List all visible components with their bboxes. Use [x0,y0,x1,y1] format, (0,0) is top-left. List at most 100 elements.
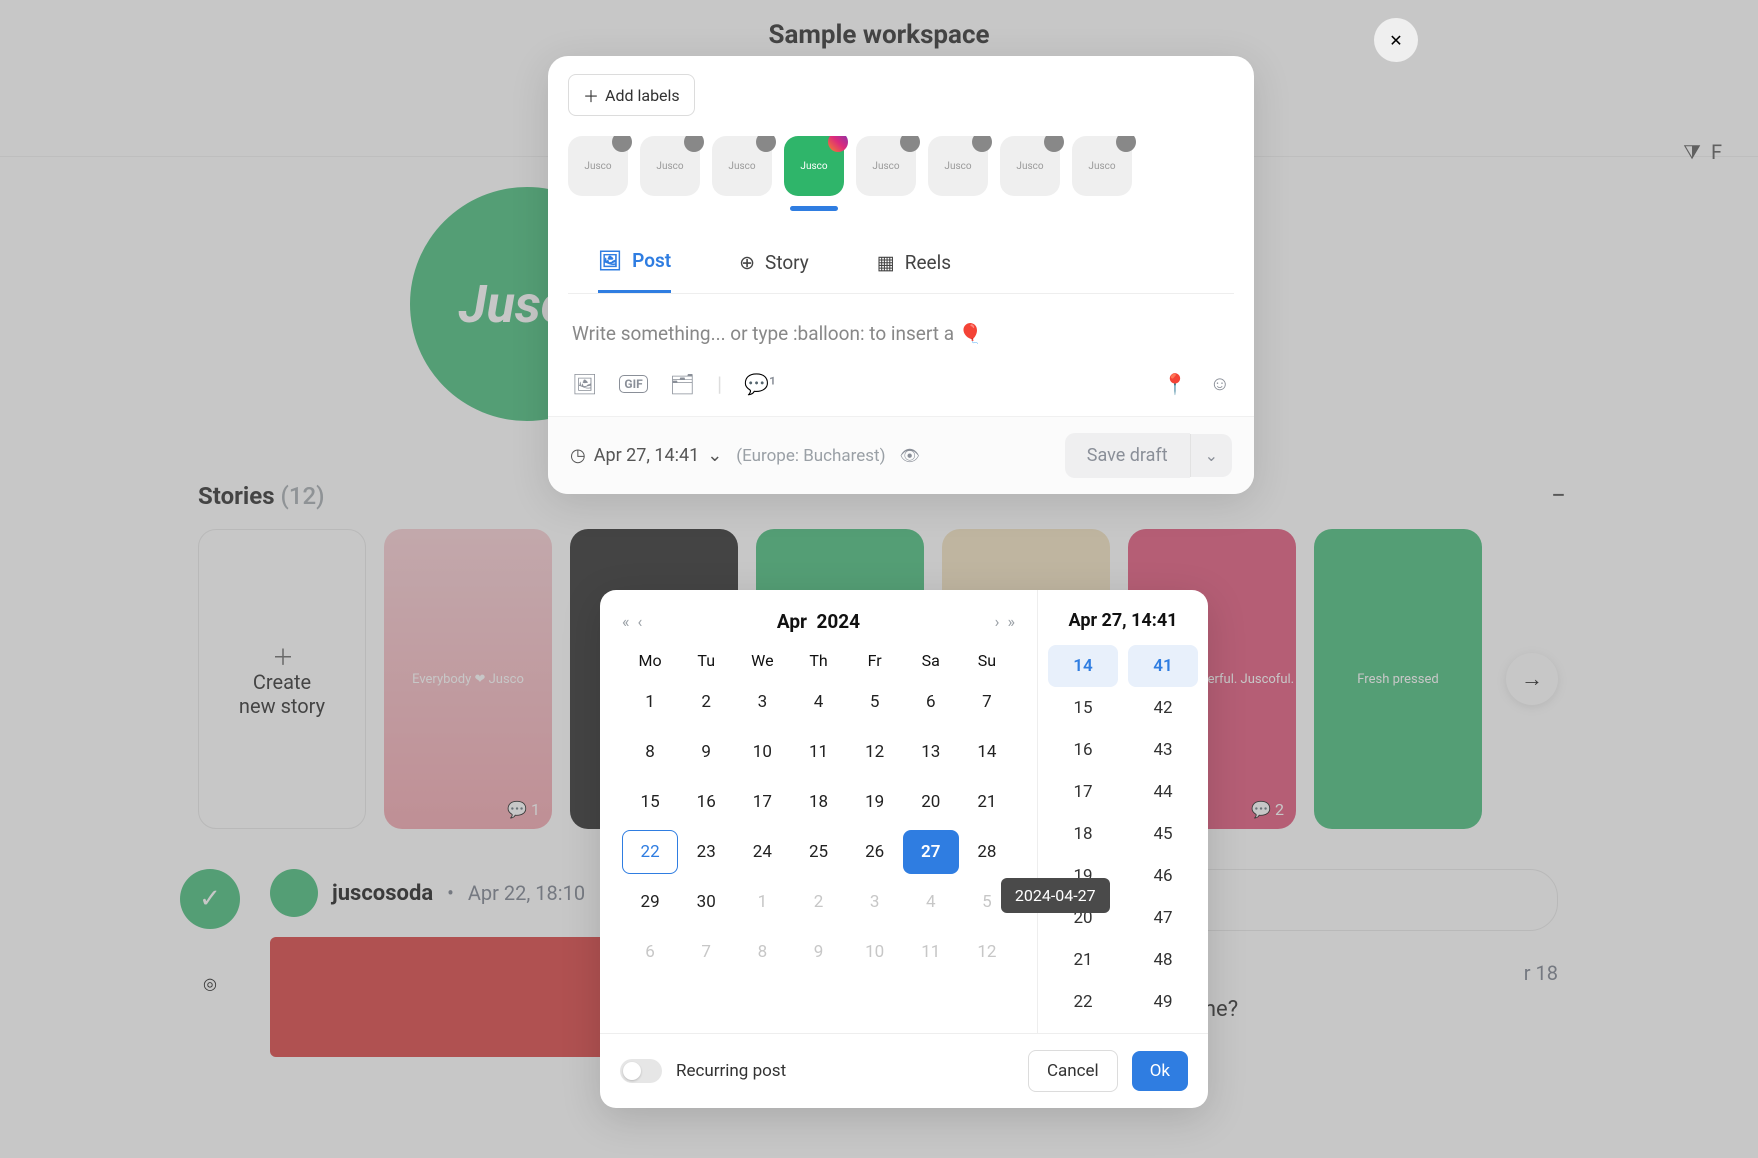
hour-option[interactable]: 18 [1048,813,1118,855]
image-upload-icon[interactable]: 🖼 [572,372,597,396]
calendar-day[interactable]: 25 [790,830,846,874]
calendar-day[interactable]: 14 [959,730,1015,774]
emoji-icon[interactable]: ☺ [1210,371,1230,396]
account-pinterest[interactable]: Jusco [1072,136,1132,196]
account-youtube[interactable]: Jusco [928,136,988,196]
preview-icon[interactable]: 👁 [900,446,920,465]
calendar-day[interactable]: 10 [734,730,790,774]
hour-option[interactable]: 22 [1048,981,1118,1023]
date-picker: « ‹ Apr 2024 › » MoTuWeThFrSaSu 12345678… [600,590,1208,1108]
calendar-day[interactable]: 12 [847,730,903,774]
minute-option[interactable]: 43 [1128,729,1198,771]
calendar-day[interactable]: 2 [790,880,846,924]
account-instagram[interactable]: Jusco [784,136,844,196]
hour-option[interactable]: 17 [1048,771,1118,813]
account-facebook[interactable]: Jusco [568,136,628,196]
calendar-day[interactable]: 30 [678,880,734,924]
save-draft-button[interactable]: Save draft [1065,433,1190,478]
minute-option[interactable]: 41 [1128,645,1198,687]
calendar-day[interactable]: 13 [903,730,959,774]
calendar-day[interactable]: 20 [903,780,959,824]
calendar-day[interactable]: 17 [734,780,790,824]
plus-icon: ＋ [583,83,599,107]
calendar-day[interactable]: 22 [622,830,678,874]
calendar-day[interactable]: 27 [903,830,959,874]
recurring-toggle[interactable] [620,1059,662,1083]
calendar-day[interactable]: 11 [903,930,959,974]
add-labels-text: Add labels [605,86,680,105]
calendar-day[interactable]: 2 [678,680,734,724]
next-year-button[interactable]: » [1007,612,1015,631]
account-linkedin[interactable]: Jusco [712,136,772,196]
tab-post[interactable]: 🖼Post [598,235,671,293]
calendar-day[interactable]: 21 [959,780,1015,824]
calendar-day[interactable]: 18 [790,780,846,824]
hour-option[interactable]: 16 [1048,729,1118,771]
schedule-time-text: Apr 27, 14:41 [594,445,699,466]
calendar-day[interactable]: 1 [622,680,678,724]
next-month-button[interactable]: › [995,612,1000,631]
calendar-day[interactable]: 10 [847,930,903,974]
location-icon[interactable]: 📍 [1163,372,1188,396]
add-labels-button[interactable]: ＋ Add labels [568,74,695,116]
calendar-day[interactable]: 19 [847,780,903,824]
account-tiktok[interactable]: Jusco [1000,136,1060,196]
account-x[interactable]: Jusco [640,136,700,196]
minute-option[interactable]: 49 [1128,981,1198,1023]
calendar-day[interactable]: 9 [678,730,734,774]
youtube-icon [972,136,992,152]
calendar-day[interactable]: 3 [847,880,903,924]
minute-option[interactable]: 42 [1128,687,1198,729]
calendar-day[interactable]: 6 [903,680,959,724]
calendar-day[interactable]: 16 [678,780,734,824]
calendar-day[interactable]: 26 [847,830,903,874]
tab-story[interactable]: ⊕Story [739,235,809,293]
calendar-day[interactable]: 23 [678,830,734,874]
cancel-button[interactable]: Cancel [1028,1050,1118,1092]
minute-option[interactable]: 46 [1128,855,1198,897]
calendar-day[interactable]: 9 [790,930,846,974]
close-button[interactable]: ✕ [1374,18,1418,62]
calendar-day[interactable]: 6 [622,930,678,974]
calendar-day[interactable]: 3 [734,680,790,724]
ok-button[interactable]: Ok [1132,1051,1188,1091]
calendar-day[interactable]: 12 [959,930,1015,974]
composer-textarea[interactable]: Write something... or type :balloon: to … [548,294,1254,361]
account-google[interactable]: Jusco [856,136,916,196]
calendar-day[interactable]: 4 [790,680,846,724]
calendar-day[interactable]: 7 [959,680,1015,724]
prev-month-button[interactable]: ‹ [638,612,643,631]
tab-reels[interactable]: ▦Reels [877,235,951,293]
calendar-day[interactable]: 29 [622,880,678,924]
calendar-day[interactable]: 8 [734,930,790,974]
schedule-time-chip[interactable]: ◷ Apr 27, 14:41 ⌄ [570,445,722,466]
calendar-day[interactable]: 1 [734,880,790,924]
calendar-day[interactable]: 7 [678,930,734,974]
calendar-day[interactable]: 15 [622,780,678,824]
calendar-day[interactable]: 24 [734,830,790,874]
gif-icon[interactable]: GIF [619,375,647,393]
hour-option[interactable]: 15 [1048,687,1118,729]
minute-option[interactable]: 48 [1128,939,1198,981]
calendar-month[interactable]: Apr [777,610,807,633]
calendar-day[interactable]: 5 [847,680,903,724]
calendar-day[interactable]: 52024-04-27 [959,880,1015,924]
dow-label: Mo [622,651,678,670]
dow-label: Su [959,651,1015,670]
save-draft-more-button[interactable]: ⌄ [1190,434,1232,477]
linkedin-icon [756,136,776,152]
minute-option[interactable]: 47 [1128,897,1198,939]
minute-option[interactable]: 45 [1128,813,1198,855]
hour-option[interactable]: 14 [1048,645,1118,687]
minute-option[interactable]: 44 [1128,771,1198,813]
calendar-day[interactable]: 11 [790,730,846,774]
calendar-year[interactable]: 2024 [816,610,860,633]
first-comment-icon[interactable]: 💬¹ [744,372,776,396]
media-library-icon[interactable]: 🗂 [670,372,695,396]
calendar-day[interactable]: 4 [903,880,959,924]
prev-year-button[interactable]: « [622,612,630,631]
dow-label: Fr [847,651,903,670]
hour-option[interactable]: 21 [1048,939,1118,981]
calendar-day[interactable]: 28 [959,830,1015,874]
calendar-day[interactable]: 8 [622,730,678,774]
